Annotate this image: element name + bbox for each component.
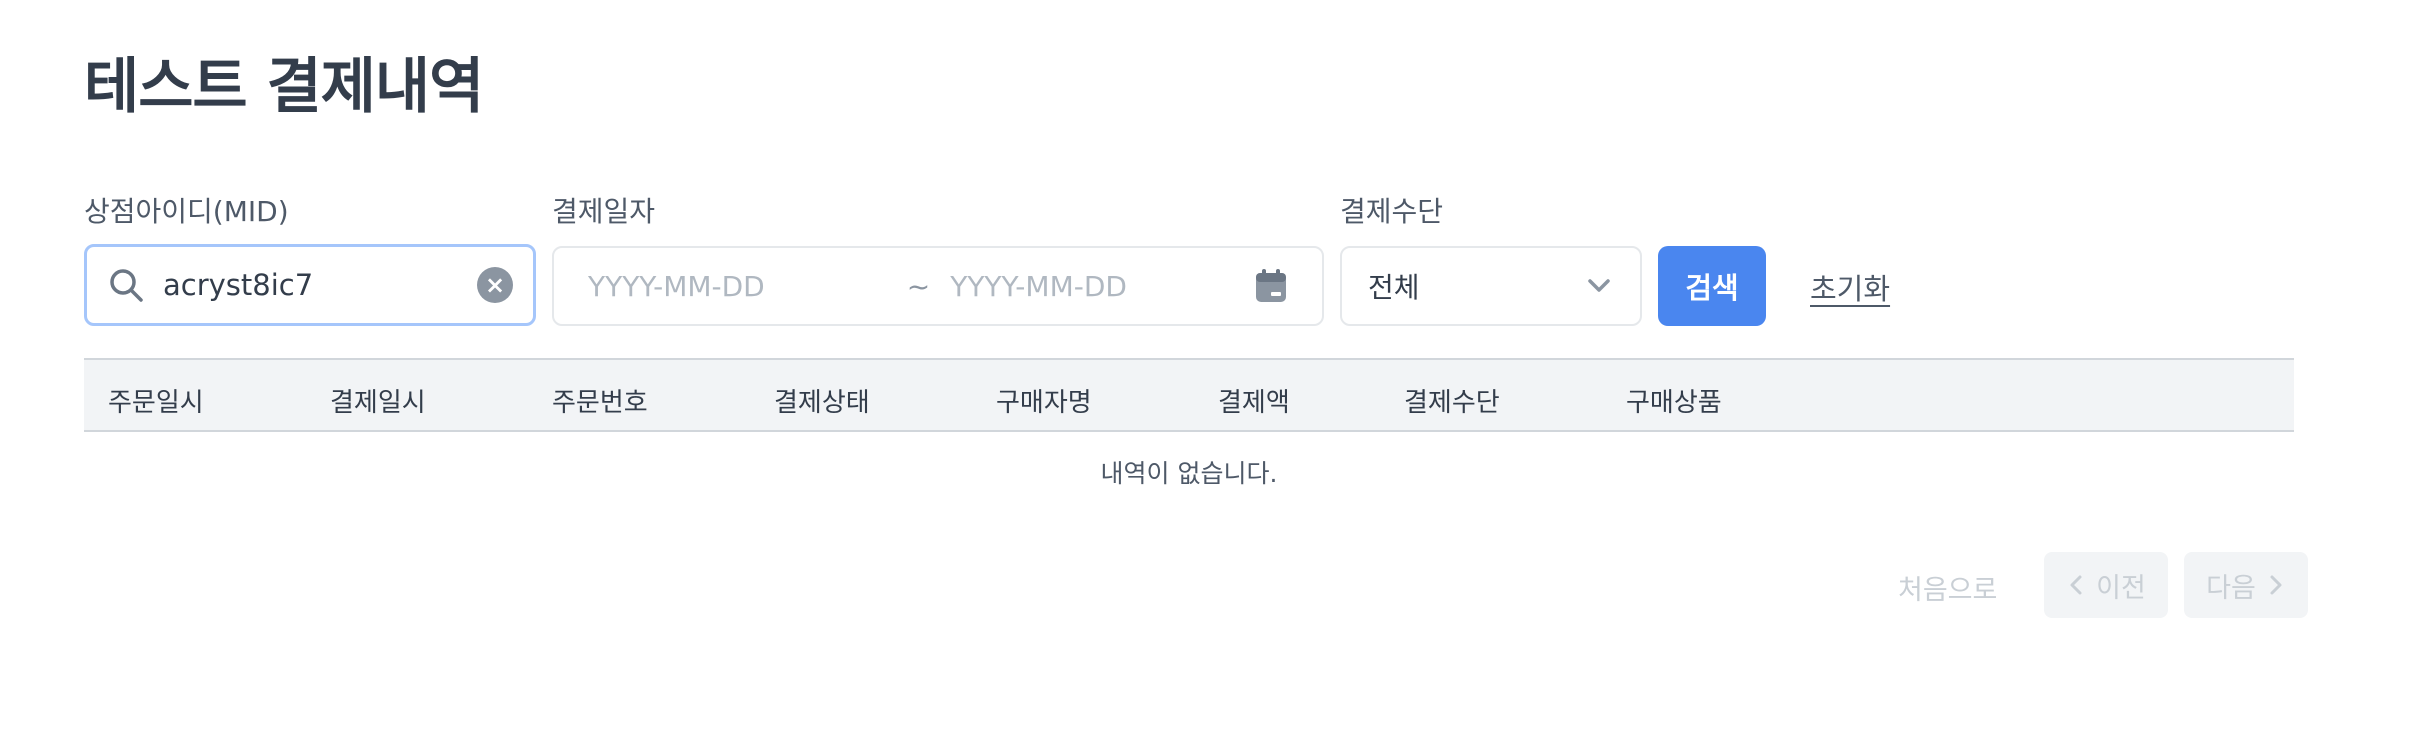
search-button[interactable]: 검색 [1658, 246, 1766, 326]
payment-method-select[interactable]: 전체 [1340, 246, 1642, 326]
page-title: 테스트 결제내역 [84, 52, 484, 122]
date-separator: ~ [906, 269, 931, 303]
column-order-date: 주문일시 [108, 388, 204, 418]
column-payment-date: 결제일시 [330, 388, 426, 418]
first-page-button[interactable]: 처음으로 [1898, 568, 1997, 607]
clear-icon[interactable]: × [477, 267, 513, 303]
mid-search-input[interactable]: acryst8ic7 × [84, 244, 536, 326]
start-date-input[interactable]: YYYY-MM-DD [588, 270, 765, 303]
mid-label: 상점아이디(MID) [84, 195, 289, 228]
prev-page-button[interactable]: 이전 [2044, 552, 2168, 618]
date-range-picker[interactable]: YYYY-MM-DD ~ YYYY-MM-DD [552, 246, 1324, 326]
column-product: 구매상품 [1626, 388, 1722, 418]
end-date-input[interactable]: YYYY-MM-DD [950, 270, 1127, 303]
column-buyer-name: 구매자명 [996, 388, 1092, 418]
date-label: 결제일자 [552, 195, 656, 228]
column-payment-method: 결제수단 [1404, 388, 1500, 418]
table-header: 주문일시 결제일시 주문번호 결제상태 구매자명 결제액 결제수단 구매상품 [84, 358, 2294, 432]
column-order-number: 주문번호 [552, 388, 648, 418]
payment-table: 주문일시 결제일시 주문번호 결제상태 구매자명 결제액 결제수단 구매상품 내… [84, 358, 2294, 490]
mid-input-value[interactable]: acryst8ic7 [163, 268, 477, 302]
payment-method-value: 전체 [1368, 271, 1420, 304]
search-icon [110, 269, 143, 302]
prev-page-label: 이전 [2096, 572, 2146, 604]
next-page-label: 다음 [2206, 572, 2256, 604]
chevron-down-icon [1588, 279, 1610, 292]
calendar-icon[interactable] [1254, 268, 1288, 304]
chevron-right-icon [2270, 575, 2282, 595]
chevron-left-icon [2070, 575, 2082, 595]
method-label: 결제수단 [1340, 195, 1444, 228]
next-page-button[interactable]: 다음 [2184, 552, 2308, 618]
empty-message: 내역이 없습니다. [1100, 459, 1278, 488]
reset-button[interactable]: 초기화 [1810, 266, 1890, 308]
payment-history-page: 테스트 결제내역 상점아이디(MID) 결제일자 결제수단 acryst8ic7… [0, 0, 2430, 730]
column-payment-status: 결제상태 [774, 388, 870, 418]
column-amount: 결제액 [1218, 388, 1290, 418]
